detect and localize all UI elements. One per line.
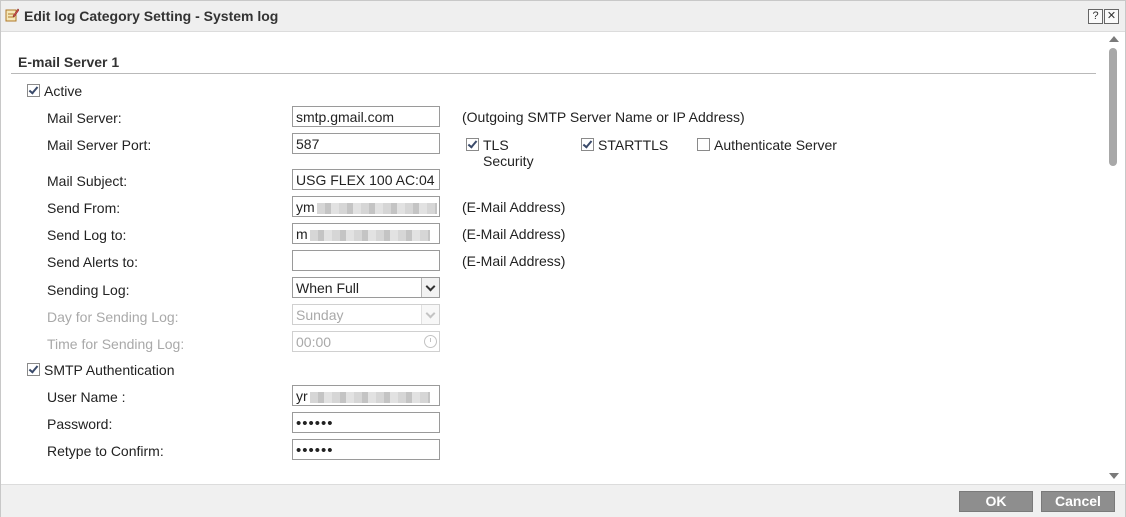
vertical-scrollbar[interactable]: [1107, 32, 1119, 484]
scroll-up-arrow-icon[interactable]: [1109, 36, 1119, 42]
redacted-text: [309, 391, 430, 403]
send-alerts-to-hint: (E-Mail Address): [462, 253, 566, 269]
day-for-sending-log-label: Day for Sending Log:: [47, 309, 179, 325]
dialog-title: Edit log Category Setting - System log: [24, 8, 279, 24]
user-name-label: User Name :: [47, 389, 126, 405]
send-log-to-hint: (E-Mail Address): [462, 226, 566, 242]
starttls-label: STARTTLS: [598, 137, 669, 153]
redacted-text: [316, 202, 437, 214]
tls-label: TLS: [483, 137, 509, 153]
send-from-value: ym: [296, 199, 315, 215]
dialog-window: Edit log Category Setting - System log ?…: [0, 0, 1126, 517]
scroll-down-arrow-icon[interactable]: [1109, 473, 1119, 479]
help-button[interactable]: ?: [1088, 9, 1103, 24]
scrollbar-thumb[interactable]: [1109, 48, 1117, 166]
mail-server-hint: (Outgoing SMTP Server Name or IP Address…: [462, 109, 745, 125]
time-for-sending-log-label: Time for Sending Log:: [47, 336, 185, 352]
dialog-footer: OK Cancel: [1, 484, 1125, 517]
time-for-sending-log-input: 00:00: [292, 331, 440, 352]
sending-log-value: When Full: [296, 280, 360, 296]
send-from-hint: (E-Mail Address): [462, 199, 566, 215]
send-from-label: Send From:: [47, 200, 121, 216]
active-label: Active: [44, 83, 83, 99]
help-icon: ?: [1092, 10, 1099, 22]
clock-icon: [424, 335, 437, 348]
content-area: E-mail Server 1 Active Mail Server: smtp…: [1, 32, 1107, 484]
mail-server-input[interactable]: smtp.gmail.com: [292, 106, 440, 127]
smtp-authentication-label: SMTP Authentication: [44, 362, 175, 378]
redacted-text: [309, 229, 430, 241]
user-name-input[interactable]: yr: [292, 385, 440, 406]
send-from-input[interactable]: ym: [292, 196, 440, 217]
mail-subject-input[interactable]: USG FLEX 100 AC:04: [292, 169, 440, 190]
close-icon: ✕: [1106, 10, 1117, 22]
mail-subject-label: Mail Subject:: [47, 173, 128, 189]
ok-button[interactable]: OK: [959, 491, 1033, 512]
section-title: E-mail Server 1: [18, 54, 120, 70]
day-for-sending-log-value: Sunday: [296, 307, 344, 323]
chevron-down-icon[interactable]: [421, 278, 439, 297]
starttls-checkbox[interactable]: [581, 138, 594, 151]
chevron-down-icon: [421, 305, 439, 324]
retype-to-confirm-input[interactable]: ••••••: [292, 439, 440, 460]
send-log-to-label: Send Log to:: [47, 227, 127, 243]
sending-log-label: Sending Log:: [47, 282, 130, 298]
retype-to-confirm-label: Retype to Confirm:: [47, 443, 164, 459]
mail-server-port-input[interactable]: 587: [292, 133, 440, 154]
mail-server-port-label: Mail Server Port:: [47, 137, 152, 153]
tls-security-checkbox[interactable]: [466, 138, 479, 151]
section-divider: [11, 73, 1096, 74]
smtp-authentication-checkbox[interactable]: [27, 363, 40, 376]
send-log-to-input[interactable]: m: [292, 223, 440, 244]
close-button[interactable]: ✕: [1104, 9, 1119, 24]
user-name-value: yr: [296, 388, 308, 404]
authenticate-server-checkbox[interactable]: [697, 138, 710, 151]
send-alerts-to-input[interactable]: [292, 250, 440, 271]
send-alerts-to-label: Send Alerts to:: [47, 254, 139, 270]
send-log-to-value: m: [296, 226, 308, 242]
password-label: Password:: [47, 416, 113, 432]
password-input[interactable]: ••••••: [292, 412, 440, 433]
authenticate-server-label: Authenticate Server: [714, 137, 837, 153]
title-bar: Edit log Category Setting - System log ?…: [1, 1, 1125, 32]
active-checkbox[interactable]: [27, 84, 40, 97]
day-for-sending-log-select: Sunday: [292, 304, 440, 325]
mail-server-label: Mail Server:: [47, 110, 122, 126]
tls-security-label: Security: [483, 153, 534, 169]
time-for-sending-log-value: 00:00: [296, 334, 332, 350]
sending-log-select[interactable]: When Full: [292, 277, 440, 298]
cancel-button[interactable]: Cancel: [1041, 491, 1115, 512]
edit-note-icon: [5, 8, 19, 22]
